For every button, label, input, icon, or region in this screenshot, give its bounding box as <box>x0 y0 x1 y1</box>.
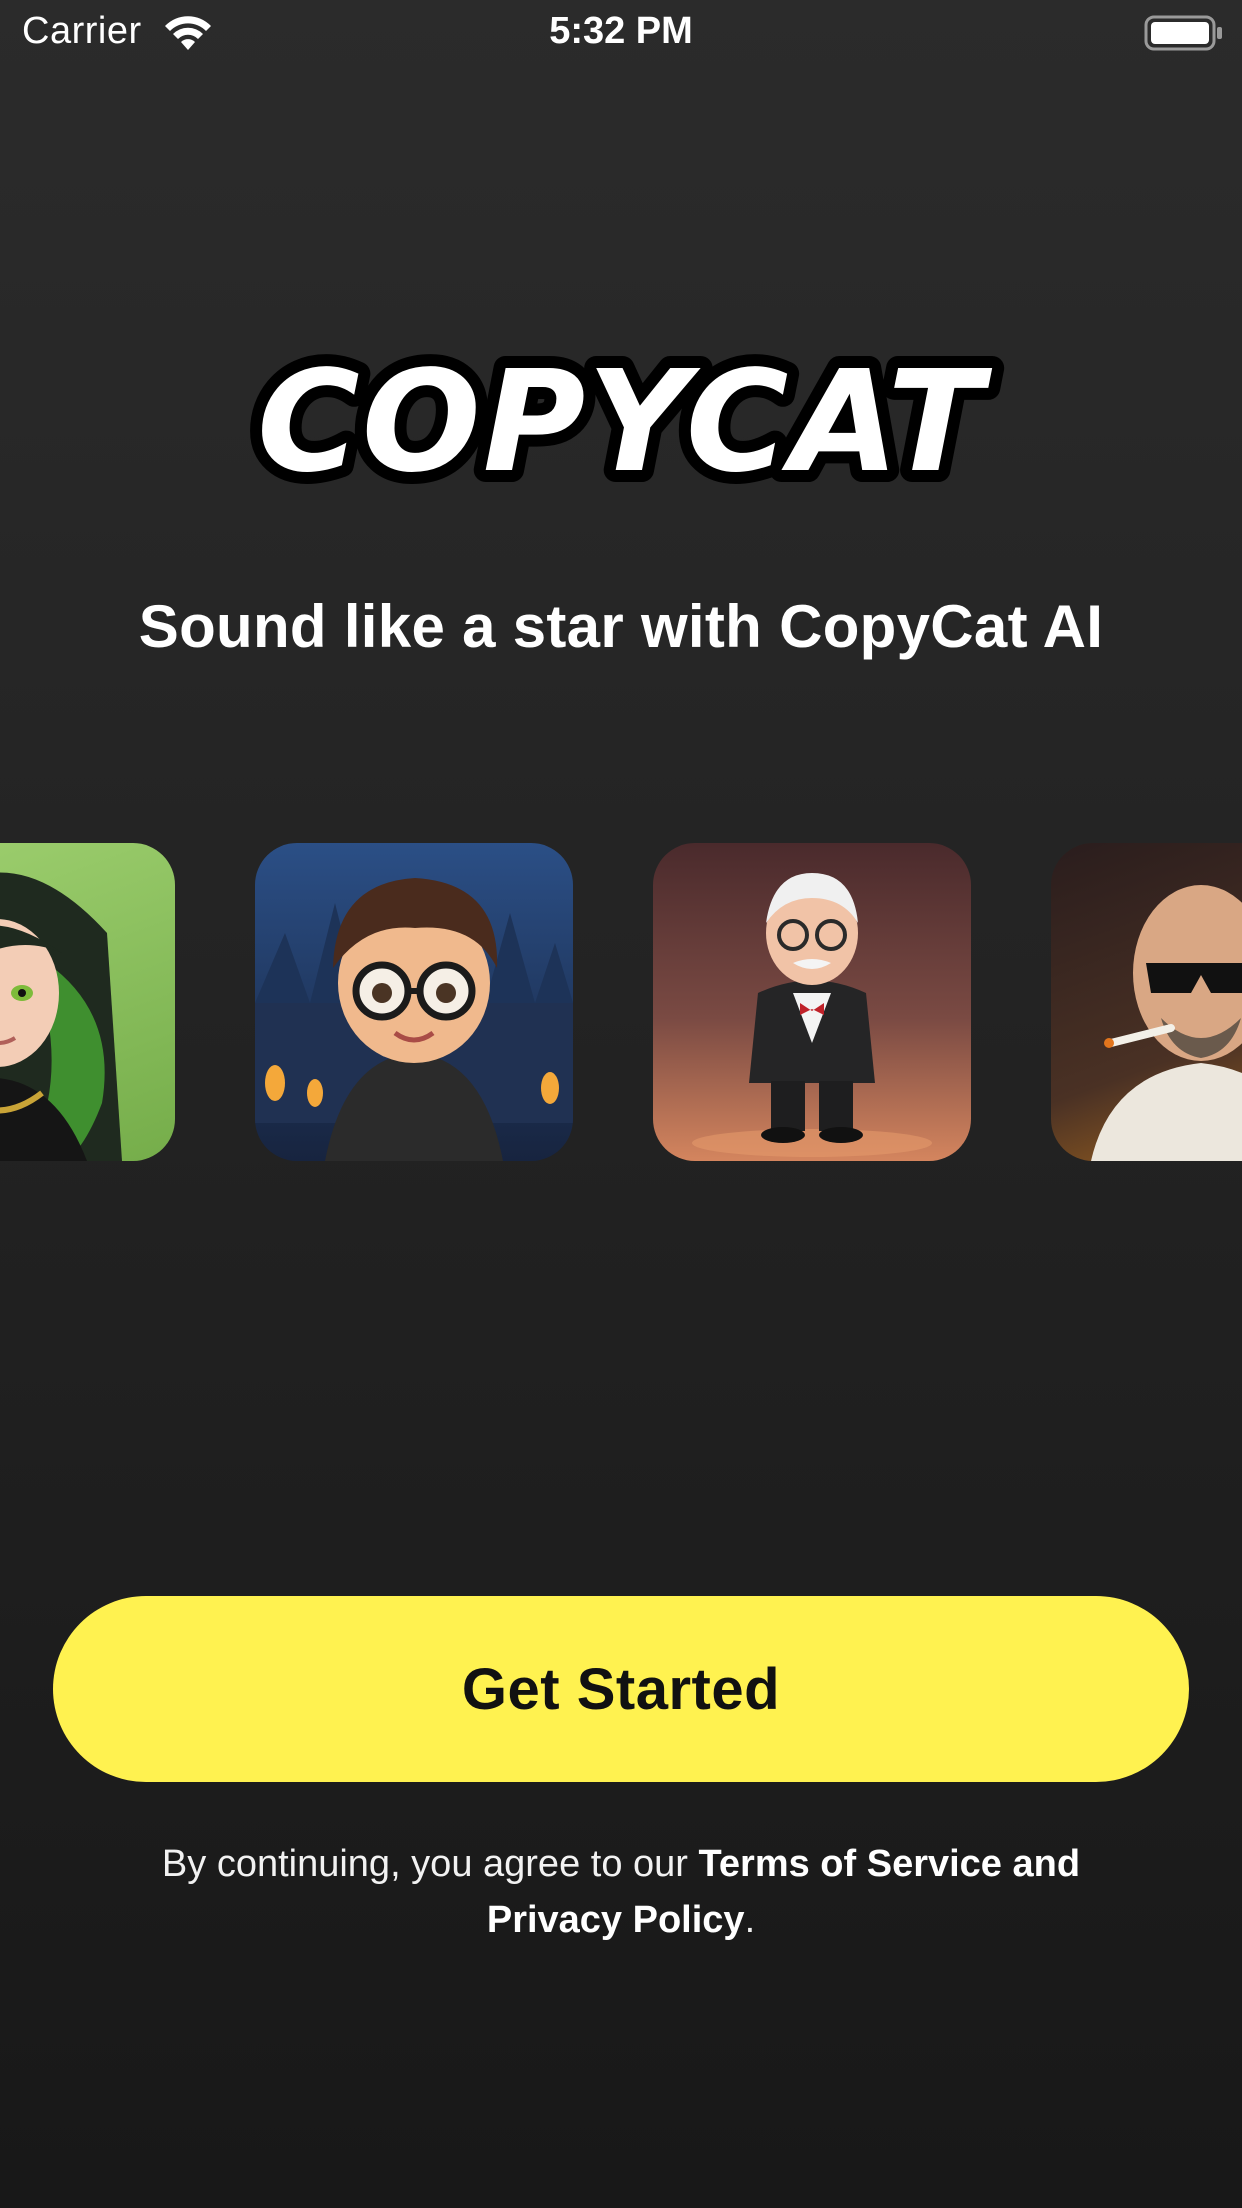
status-bar: Carrier 5:32 PM <box>0 0 1242 66</box>
avatar-boy-with-glasses[interactable] <box>255 843 573 1161</box>
legal-prefix: By continuing, you agree to our <box>161 1843 699 1885</box>
legal-suffix: . <box>744 1899 756 1941</box>
avatar-old-man-tuxedo[interactable] <box>653 843 971 1161</box>
status-time: 5:32 PM <box>549 10 693 52</box>
legal-and: and <box>1001 1843 1081 1885</box>
copycat-logo: COPYCAT <box>0 330 1242 530</box>
logo-text: COPYCAT <box>257 341 992 504</box>
legal-notice: By continuing, you agree to our Terms of… <box>100 1836 1142 1948</box>
avatar-carousel[interactable] <box>0 843 1242 1163</box>
terms-of-service-link[interactable]: Terms of Service <box>699 1843 1002 1885</box>
avatar-green-hair-girl[interactable] <box>0 843 175 1161</box>
get-started-button[interactable]: Get Started <box>53 1596 1189 1782</box>
privacy-policy-link[interactable]: Privacy Policy <box>487 1899 745 1941</box>
avatar-bald-man-sunglasses[interactable] <box>1051 843 1242 1161</box>
tagline: Sound like a star with CopyCat AI <box>138 593 1104 660</box>
battery-icon <box>1144 14 1224 52</box>
